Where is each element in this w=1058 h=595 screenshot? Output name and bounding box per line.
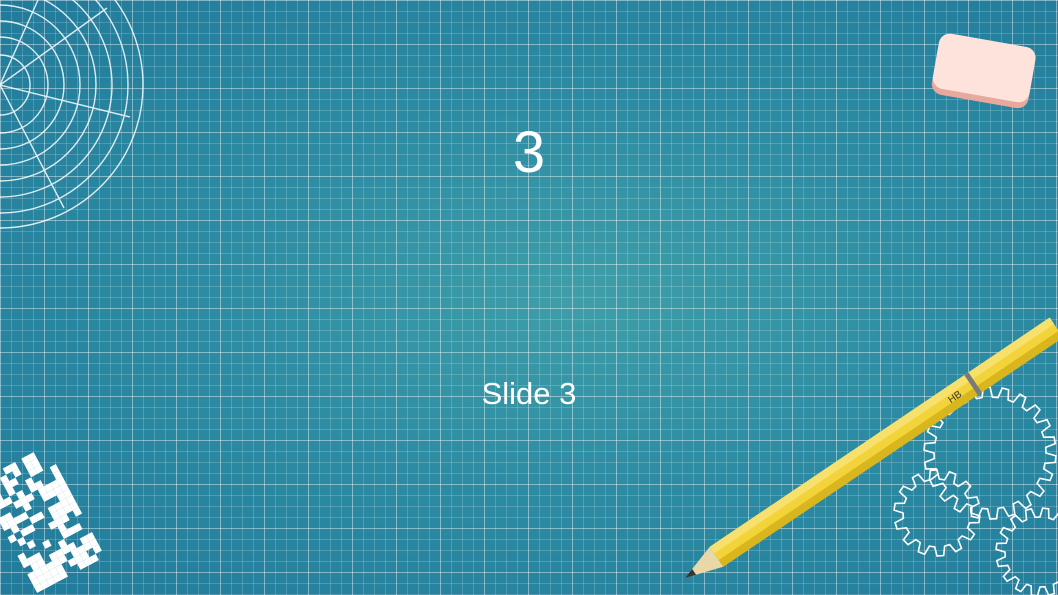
pixel-pattern-icon bbox=[0, 452, 102, 593]
slide-canvas: HB 3 Slide 3 bbox=[0, 0, 1058, 595]
pencil-icon: HB bbox=[685, 317, 1058, 578]
slide-number: 3 bbox=[512, 120, 546, 185]
slide-title: Slide 3 bbox=[481, 376, 577, 411]
eraser-icon bbox=[931, 33, 1036, 109]
